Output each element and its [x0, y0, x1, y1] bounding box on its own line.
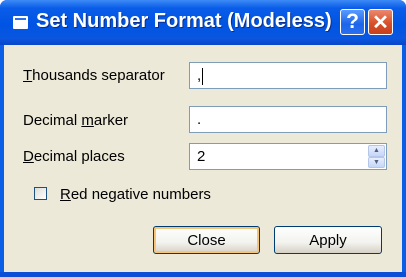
- red-negative-label[interactable]: Red negative numbers: [60, 186, 211, 203]
- window-icon: [13, 16, 28, 29]
- apply-button[interactable]: Apply: [274, 226, 382, 254]
- text-caret: [202, 67, 204, 85]
- title-bar[interactable]: Set Number Format (Modeless) ? ✕: [0, 0, 406, 45]
- help-button[interactable]: ?: [340, 9, 365, 35]
- decimal-places-value: 2: [197, 148, 206, 165]
- spin-down-icon[interactable]: ▼: [368, 156, 385, 168]
- decimal-marker-label: Decimal marker: [23, 112, 129, 129]
- close-button[interactable]: Close: [153, 226, 260, 254]
- decimal-places-label: Decimal places: [23, 148, 125, 165]
- decimal-places-spinbox[interactable]: 2 ▲ ▼: [189, 143, 387, 170]
- thousands-separator-input[interactable]: ,: [189, 62, 387, 89]
- red-negative-checkbox[interactable]: [34, 187, 47, 200]
- window-bottom-border: [0, 272, 406, 277]
- spin-buttons: ▲ ▼: [368, 145, 385, 168]
- window-title: Set Number Format (Modeless): [36, 10, 332, 32]
- thousands-separator-label: Thousands separator: [23, 67, 165, 84]
- close-window-button[interactable]: ✕: [368, 9, 393, 35]
- close-icon: ✕: [372, 11, 389, 34]
- decimal-marker-input[interactable]: .: [189, 106, 387, 133]
- spin-up-icon[interactable]: ▲: [368, 145, 385, 157]
- help-icon: ?: [346, 10, 359, 33]
